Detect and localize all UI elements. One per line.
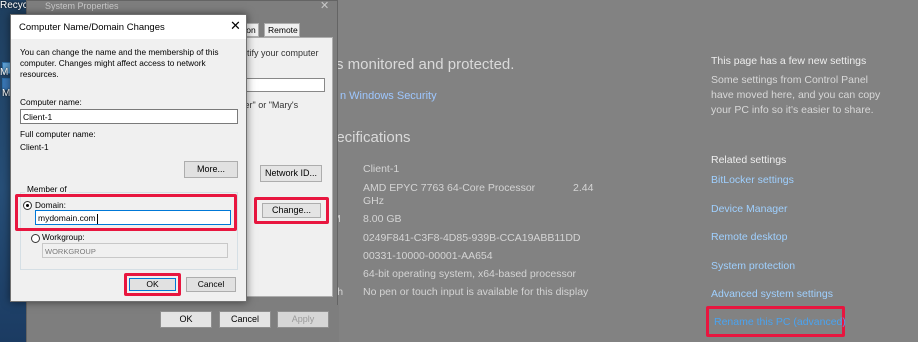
computer-name-domain-dialog: Computer Name/Domain Changes ✕ You can c…	[10, 14, 247, 302]
related-settings-title: Related settings	[711, 154, 787, 166]
apply-button[interactable]: Apply	[277, 311, 329, 328]
computer-description-input[interactable]	[243, 78, 325, 92]
cancel-button[interactable]: Cancel	[186, 277, 236, 292]
full-computer-name-label: Full computer name:	[20, 129, 96, 139]
ok-button[interactable]: OK	[160, 311, 212, 328]
workgroup-input[interactable]: WORKGROUP	[42, 243, 228, 258]
domain-value: mydomain.com	[38, 213, 96, 223]
spec-pen-touch: No pen or touch input is available for t…	[363, 286, 589, 298]
more-button[interactable]: More...	[184, 161, 238, 178]
new-settings-title: This page has a few new settings	[711, 55, 867, 67]
windows-security-link[interactable]: n Windows Security	[340, 90, 437, 102]
member-of-label: Member of	[25, 184, 69, 194]
spec-processor-unit: GHz	[363, 195, 384, 207]
identify-text: ntify your computer	[242, 48, 319, 58]
protection-heading: s monitored and protected.	[336, 56, 515, 73]
rename-pc-highlight: Rename this PC (advanced)	[706, 306, 846, 337]
computer-name-label: Computer name:	[20, 97, 82, 107]
spec-device-name: Client-1	[363, 163, 400, 175]
device-specs-heading: pecifications	[328, 129, 411, 146]
spec-ram: 8.00 GB	[363, 213, 402, 225]
spec-product-id: 00331-10000-00001-AA654	[363, 250, 493, 262]
dialog-title: Computer Name/Domain Changes	[19, 22, 165, 33]
spec-processor-speed: 2.44	[573, 182, 594, 194]
workgroup-label: Workgroup:	[42, 232, 85, 242]
workgroup-radio[interactable]	[31, 234, 40, 243]
spec-system-type: 64-bit operating system, x64-based proce…	[363, 268, 577, 280]
change-button[interactable]: Change...	[262, 203, 321, 218]
desktop-icon-label: M	[0, 67, 9, 78]
system-protection-link[interactable]: System protection	[711, 260, 795, 272]
rename-pc-advanced-link[interactable]: Rename this PC (advanced)	[714, 316, 846, 328]
spec-device-id: 0249F841-C3F8-4D85-939B-CCA19ABB11DD	[363, 232, 581, 244]
full-computer-name-value: Client-1	[20, 142, 49, 152]
new-settings-text: Some settings from Control Panel have mo…	[711, 74, 881, 116]
tab-remote[interactable]: Remote	[264, 23, 300, 37]
dialog-description: You can change the name and the membersh…	[20, 47, 219, 79]
domain-highlight: Domain: mydomain.com	[15, 194, 237, 231]
domain-label: Domain:	[35, 200, 66, 210]
ok-button[interactable]: OK	[129, 278, 176, 291]
system-properties-title: System Properties	[45, 1, 119, 11]
spec-processor: AMD EPYC 7763 64-Core Processor	[363, 182, 536, 194]
close-icon[interactable]: ✕	[320, 0, 329, 12]
computer-name-input[interactable]: Client-1	[20, 109, 238, 124]
domain-radio[interactable]	[23, 201, 32, 210]
dialog-titlebar: Computer Name/Domain Changes ✕	[11, 15, 246, 39]
domain-input[interactable]: mydomain.com	[35, 210, 231, 225]
network-id-button[interactable]: Network ID...	[260, 165, 322, 182]
example-text: ter" or "Mary's	[242, 100, 299, 110]
change-button-highlight: Change...	[254, 197, 329, 224]
device-manager-link[interactable]: Device Manager	[711, 203, 787, 215]
bitlocker-settings-link[interactable]: BitLocker settings	[711, 174, 794, 186]
advanced-system-settings-link[interactable]: Advanced system settings	[711, 288, 833, 300]
remote-desktop-link[interactable]: Remote desktop	[711, 231, 787, 243]
text-caret	[96, 213, 98, 224]
ok-button-highlight: OK	[124, 273, 181, 296]
close-icon[interactable]: ✕	[230, 18, 241, 34]
cancel-button[interactable]: Cancel	[219, 311, 271, 328]
